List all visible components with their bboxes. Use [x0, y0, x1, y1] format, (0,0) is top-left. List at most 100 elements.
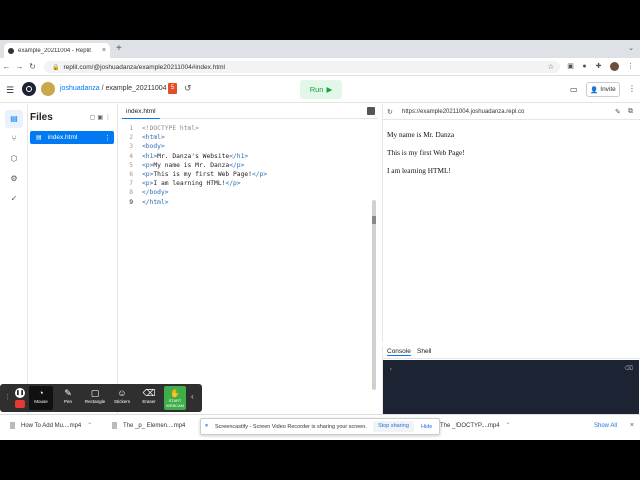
bookmark-star-icon[interactable]: ☆	[548, 63, 554, 71]
line-number: 5	[129, 161, 133, 169]
history-icon[interactable]: ↺	[184, 83, 192, 94]
reload-icon[interactable]: ↻	[26, 62, 39, 71]
webview-panel: ↻ https://example20211004.joshuadanza.re…	[382, 104, 640, 342]
packages-icon[interactable]: ⬡	[5, 150, 23, 168]
tab-console[interactable]: Console	[387, 348, 411, 356]
webview-refresh-icon[interactable]: ↻	[387, 108, 393, 116]
user-avatar[interactable]	[41, 82, 55, 96]
line-number: 4	[129, 152, 133, 160]
webcam-icon: ✋	[170, 389, 180, 398]
code-lines[interactable]: 1 <!DOCTYPE html> 2 <html> 3 <body> 4 <h1> Mr. D…	[120, 124, 378, 207]
lock-icon: 🔒	[52, 64, 60, 71]
tool-label: Eraser	[142, 399, 156, 404]
chevron-up-icon[interactable]: ⌃	[506, 422, 511, 429]
profile-avatar-icon[interactable]	[610, 62, 619, 71]
clear-console-icon[interactable]: ⌫	[625, 365, 633, 372]
file-options-icon[interactable]: ⋮	[104, 134, 111, 142]
add-user-icon: 👤	[590, 86, 599, 94]
breadcrumb-user-link[interactable]: joshuadanza	[60, 85, 100, 92]
chat-icon[interactable]: ▭	[570, 85, 578, 94]
extension-icon[interactable]: ▣	[566, 62, 575, 71]
screencastify-extension-icon[interactable]: ●	[580, 62, 589, 71]
more-options-icon[interactable]: ⋮	[628, 84, 636, 93]
tab-search-chevron-icon[interactable]: ⌄	[628, 44, 634, 52]
tool-label: Pen	[63, 399, 72, 404]
tab-close-icon[interactable]: ×	[102, 47, 106, 54]
collapse-chevron-icon[interactable]: ‹	[191, 392, 194, 401]
edit-pencil-icon[interactable]: ✎	[615, 108, 621, 116]
sharing-message: Screencastify - Screen Video Recorder is…	[215, 424, 367, 430]
editor-scrollbar[interactable]	[372, 200, 376, 390]
editor-scroll-thumb[interactable]	[372, 216, 376, 224]
forward-arrow-icon[interactable]: →	[13, 62, 26, 71]
code-line[interactable]: 3 <body>	[120, 142, 378, 151]
code-line[interactable]: 9 </html>	[120, 198, 378, 207]
files-icon[interactable]: ▤	[5, 110, 23, 128]
back-arrow-icon[interactable]: ←	[0, 62, 13, 71]
download-item[interactable]: How To Add Mu....mp4 ⌃	[10, 422, 92, 429]
new-tab-button[interactable]: +	[116, 43, 122, 55]
download-item[interactable]: The _p_ Elemen....mp4	[112, 422, 185, 429]
new-folder-icon[interactable]: ▣	[97, 115, 105, 121]
code-line[interactable]: 6 <p> This is my first Web Page! </p>	[120, 170, 378, 179]
browser-menu-icon[interactable]: ⋮	[626, 62, 635, 71]
hide-notification-button[interactable]: Hide	[421, 424, 432, 430]
code-token: My name is Mr. Danza	[153, 161, 230, 169]
download-item-label: How To Add Mu....mp4	[21, 422, 82, 429]
code-token: <h1>	[142, 152, 158, 160]
file-icon	[112, 422, 117, 429]
run-button[interactable]: Run ▶	[300, 80, 342, 99]
download-item[interactable]: The _!DOCTYP....mp4 ⌃	[440, 422, 511, 430]
file-item-index-html[interactable]: ▤ index.html ⋮	[30, 131, 114, 144]
code-line[interactable]: 8 </body>	[120, 188, 378, 197]
console-prompt: ›	[389, 366, 393, 373]
files-menu-icon[interactable]: ⋮	[105, 115, 113, 121]
editor-menu-icon[interactable]	[367, 107, 375, 115]
pause-recording-icon[interactable]: ❚❚	[15, 388, 25, 398]
drag-handle-icon[interactable]: ⋮	[4, 393, 11, 401]
checkmark-icon[interactable]: ✓	[5, 190, 23, 208]
browser-tab[interactable]: example_20211004 - Replit ×	[4, 43, 110, 58]
webview-paragraph: This is my first Web Page!	[387, 148, 465, 157]
replit-logo-icon[interactable]	[22, 82, 36, 96]
breadcrumb-repl-name[interactable]: example_20211004	[106, 85, 167, 92]
tool-stickers-button[interactable]: ☺ Stickers	[110, 386, 134, 410]
code-token: </p>	[225, 180, 241, 188]
browser-tab-bar: example_20211004 - Replit × + ⌄	[0, 40, 640, 58]
tab-shell[interactable]: Shell	[417, 348, 431, 355]
chevron-up-icon[interactable]: ⌃	[87, 422, 92, 429]
close-download-shelf-icon[interactable]: ×	[630, 422, 634, 429]
editor-tab-bar: index.html	[120, 104, 378, 119]
file-icon	[10, 422, 15, 429]
hamburger-menu-icon[interactable]: ☰	[6, 85, 14, 96]
code-token: </body>	[142, 189, 169, 197]
code-line[interactable]: 2 <html>	[120, 133, 378, 142]
settings-gear-icon[interactable]: ⚙	[5, 170, 23, 188]
url-input[interactable]: 🔒 replit.com/@joshuadanza/example2021100…	[44, 61, 560, 73]
webview-url-input[interactable]: https://example20211004.joshuadanza.repl…	[399, 107, 609, 117]
code-line[interactable]: 1 <!DOCTYPE html>	[120, 124, 378, 133]
stop-sharing-button[interactable]: Stop sharing	[373, 421, 414, 432]
start-webcam-button[interactable]: ✋ START WEBCAM	[164, 386, 186, 410]
code-line[interactable]: 4 <h1> Mr. Danza's Website </h1>	[120, 152, 378, 161]
show-all-downloads-link[interactable]: Show All	[594, 423, 617, 429]
code-line[interactable]: 7 <p> I am learning HTML! </p>	[120, 179, 378, 188]
run-button-label: Run	[309, 85, 324, 94]
extensions-puzzle-icon[interactable]: ✚	[594, 62, 603, 71]
stop-recording-button[interactable]	[15, 400, 25, 408]
webview-bar: ↻ https://example20211004.joshuadanza.re…	[383, 104, 640, 120]
tab-index-html[interactable]: index.html	[122, 104, 160, 119]
code-token: <p>	[142, 180, 154, 188]
version-control-icon[interactable]: ⑂	[5, 130, 23, 148]
tool-pen-button[interactable]: ✎ Pen	[56, 386, 80, 410]
line-number: 8	[129, 189, 133, 197]
invite-button[interactable]: 👤 Invite	[586, 82, 620, 97]
files-title: Files	[30, 112, 53, 123]
tool-eraser-button[interactable]: ⌫ Eraser	[137, 386, 161, 410]
open-new-tab-icon[interactable]: ⧉	[628, 108, 633, 116]
tool-mouse-button[interactable]: ◔ Mouse	[29, 386, 53, 410]
screen: example_20211004 - Replit × + ⌄ ← → ↻ 🔒 …	[0, 40, 640, 440]
tool-rectangle-button[interactable]: ▢ Rectangle	[83, 386, 107, 410]
mouse-icon: ◔	[38, 388, 44, 398]
code-line[interactable]: 5 <p> My name is Mr. Danza </p>	[120, 161, 378, 170]
